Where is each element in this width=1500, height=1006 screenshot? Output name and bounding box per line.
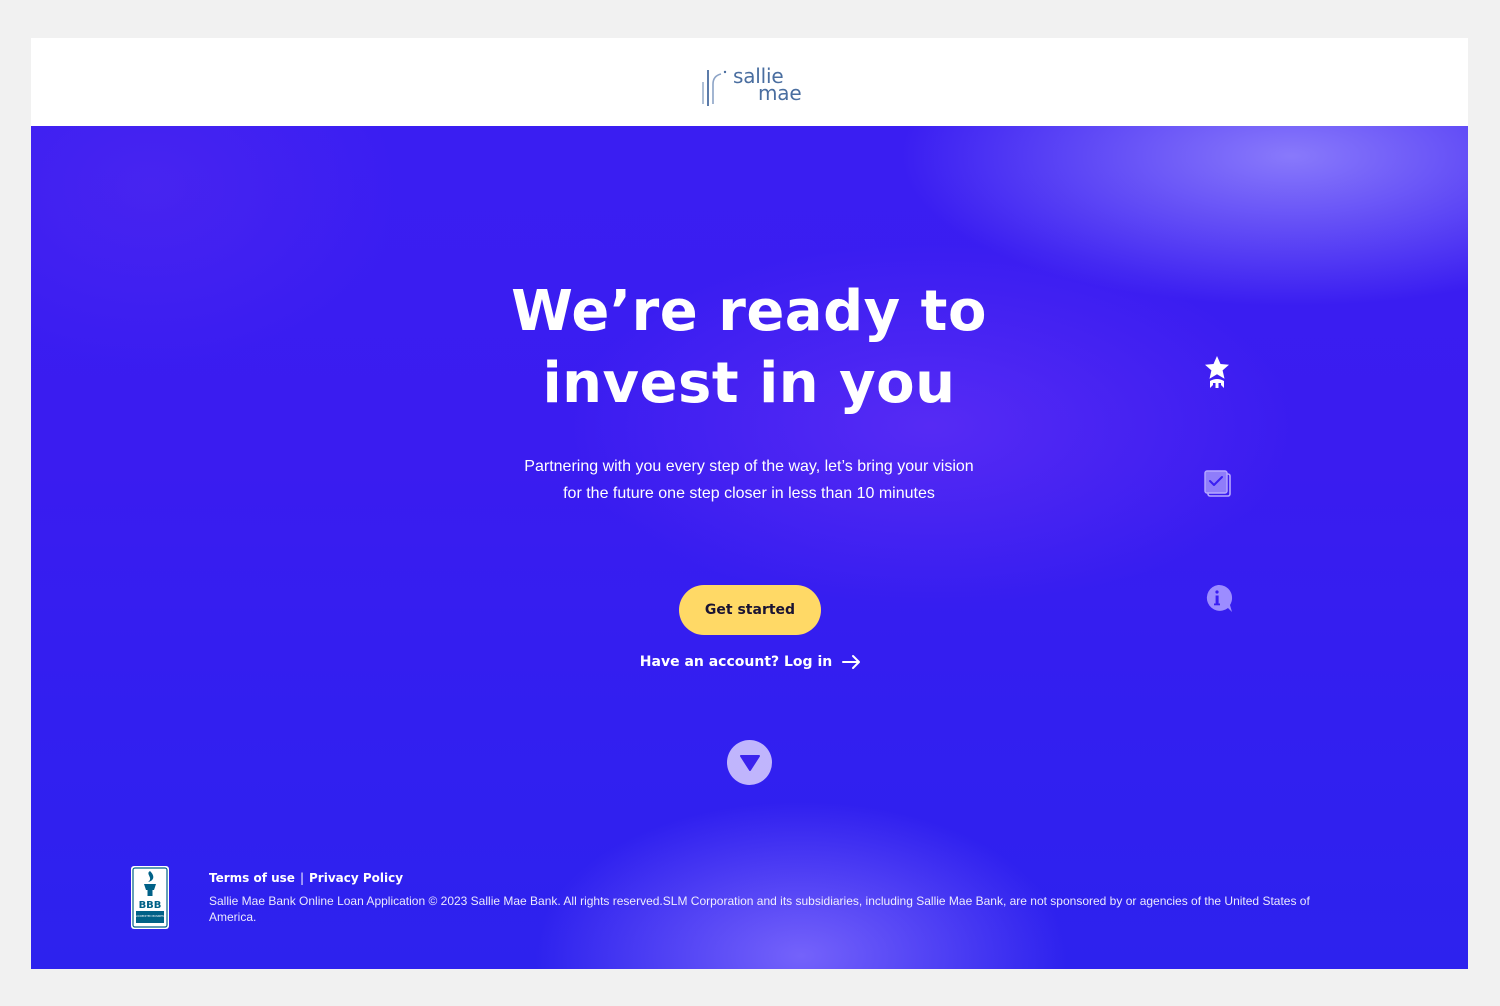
top-bar: sallie mae xyxy=(31,38,1468,126)
get-started-button[interactable]: Get started xyxy=(679,585,821,635)
scroll-down-button[interactable] xyxy=(727,740,772,785)
logo-wordmark: sallie mae xyxy=(733,66,802,103)
hero-subtext: Partnering with you every step of the wa… xyxy=(479,453,1019,507)
footer-separator: | xyxy=(299,871,304,885)
headline-line-1: We’re ready to xyxy=(511,279,987,344)
privacy-policy-link[interactable]: Privacy Policy xyxy=(309,871,403,885)
page-frame: sallie mae We’re ready to invest in you … xyxy=(31,38,1468,969)
checklist-icon xyxy=(1203,469,1235,501)
subtext-line-1: Partnering with you every step of the wa… xyxy=(524,458,974,475)
logo-mark-icon xyxy=(702,70,727,106)
sallie-mae-logo[interactable]: sallie mae xyxy=(699,64,809,108)
hero-headline: We’re ready to invest in you xyxy=(449,276,1049,420)
bbb-torch-icon: BBB ACCREDITED BUSINESS xyxy=(132,867,168,928)
bbb-sub-label: ACCREDITED BUSINESS xyxy=(135,914,166,918)
bbb-accredited-badge[interactable]: BBB ACCREDITED BUSINESS xyxy=(131,866,169,929)
arrow-right-icon xyxy=(842,655,861,669)
subtext-line-2: for the future one step closer in less t… xyxy=(563,485,935,502)
footer-links: Terms of use | Privacy Policy xyxy=(209,871,403,885)
login-link[interactable]: Have an account? Log in xyxy=(631,650,871,674)
hero-section: We’re ready to invest in you Partnering … xyxy=(31,126,1468,969)
terms-of-use-link[interactable]: Terms of use xyxy=(209,871,295,885)
star-award-icon xyxy=(1201,354,1233,388)
info-chat-icon xyxy=(1202,583,1234,615)
bbb-label: BBB xyxy=(139,900,162,911)
legal-notice: Sallie Mae Bank Online Loan Application … xyxy=(209,894,1310,924)
login-link-label: Have an account? Log in xyxy=(639,654,833,670)
triangle-down-icon xyxy=(739,754,760,771)
headline-line-2: invest in you xyxy=(542,351,956,416)
